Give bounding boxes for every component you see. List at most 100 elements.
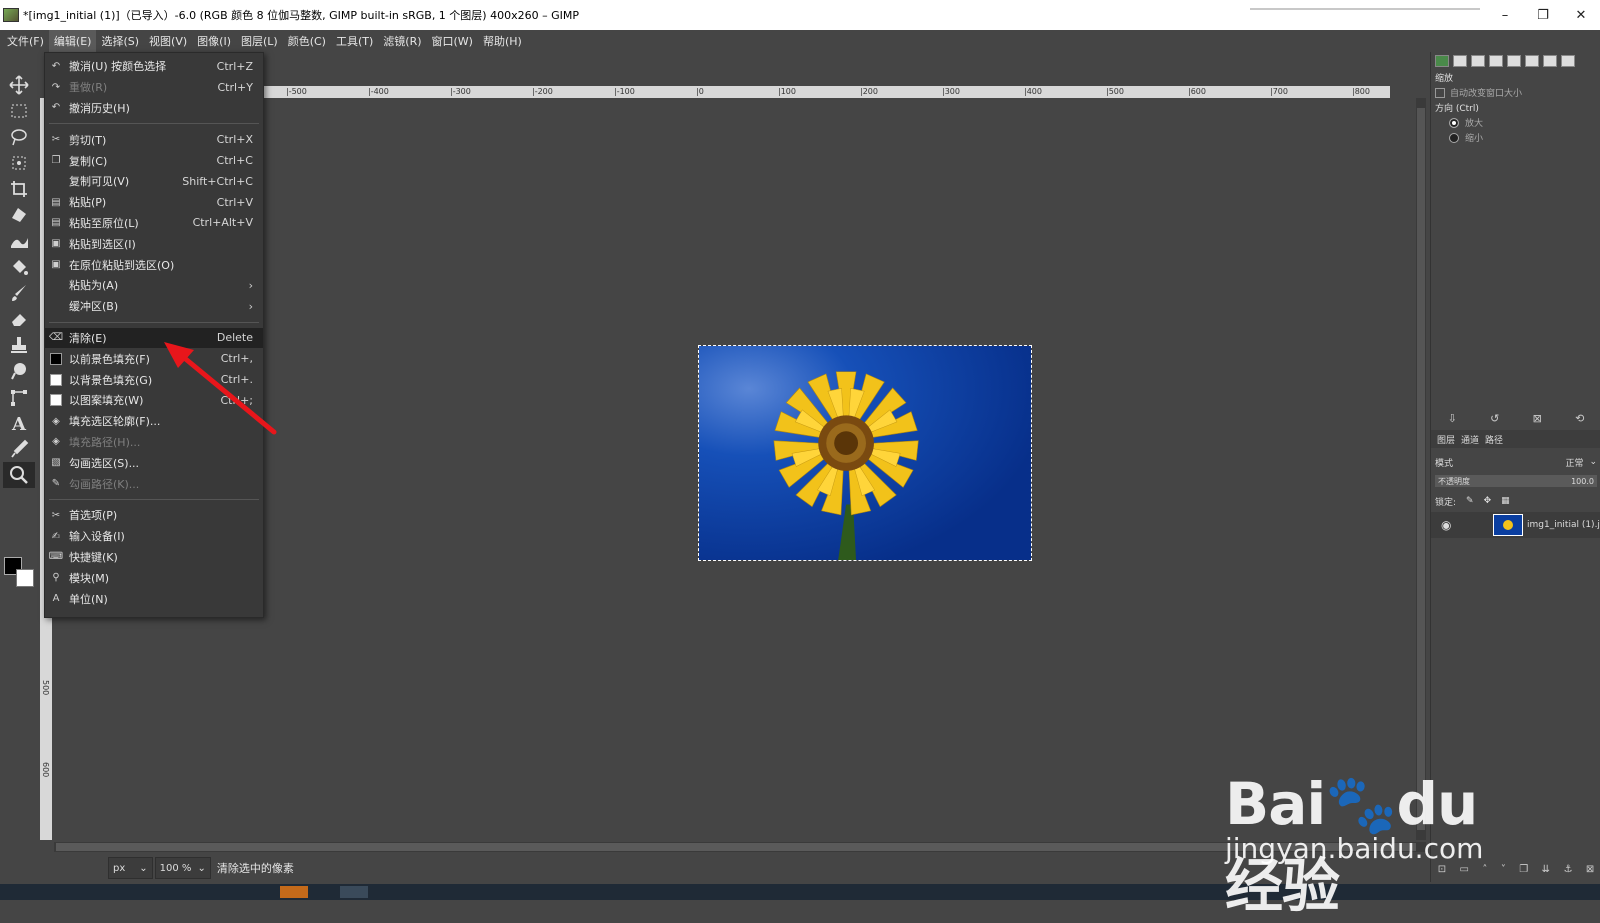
zoom-in-radio[interactable]: 放大 — [1431, 115, 1600, 130]
zoom-out-radio[interactable]: 缩小 — [1431, 130, 1600, 145]
menu-item-26[interactable]: ⚲ 模块(M) — [45, 567, 263, 588]
color-picker-tool-icon[interactable] — [3, 436, 35, 462]
fuzzy-select-tool-icon[interactable] — [3, 150, 35, 176]
menu-item-12[interactable]: 缓冲区(B) › — [45, 296, 263, 317]
templates-tab-icon[interactable] — [1507, 55, 1521, 67]
paintbrush-tool-icon[interactable] — [3, 280, 35, 306]
menu-item-4[interactable]: ✂ 剪切(T) Ctrl+X — [45, 129, 263, 150]
delete-preset-icon[interactable]: ⊠ — [1533, 412, 1542, 425]
horizontal-scrollbar[interactable] — [54, 842, 1426, 852]
menu-item-18[interactable]: ◈ 填充选区轮廓(F)... — [45, 411, 263, 432]
fg-bg-color-swatches[interactable] — [2, 555, 38, 589]
rect-select-tool-icon[interactable] — [3, 98, 35, 124]
menu-file[interactable]: 文件(F) — [2, 30, 49, 52]
crop-tool-icon[interactable] — [3, 176, 35, 202]
close-button[interactable]: ✕ — [1562, 0, 1600, 30]
menu-item-17[interactable]: 以图案填充(W) Ctrl+; — [45, 390, 263, 411]
menu-item-7[interactable]: ▤ 粘贴(P) Ctrl+V — [45, 192, 263, 213]
patterns-tab-icon[interactable] — [1543, 55, 1557, 67]
menu-item-11[interactable]: 粘贴为(A) › — [45, 275, 263, 296]
canvas-image[interactable] — [698, 345, 1032, 561]
auto-resize-checkbox[interactable]: 自动改变窗口大小 — [1431, 85, 1600, 100]
menu-item-5[interactable]: ❐ 复制(C) Ctrl+C — [45, 150, 263, 171]
smudge-tool-icon[interactable] — [3, 358, 35, 384]
menu-colors[interactable]: 颜色(C) — [283, 30, 331, 52]
eye-icon[interactable]: ◉ — [1441, 518, 1459, 532]
opacity-slider[interactable]: 不透明度 100.0 — [1435, 475, 1597, 487]
zoom-selector[interactable]: 100 % ⌄ — [154, 857, 211, 879]
taskbar-app-icon[interactable] — [280, 886, 308, 898]
move-tool-icon[interactable] — [3, 72, 35, 98]
layer-row[interactable]: ◉ img1_initial (1).j — [1431, 512, 1600, 538]
menu-filters[interactable]: 滤镜(R) — [378, 30, 426, 52]
unit-selector[interactable]: px ⌄ — [108, 857, 153, 879]
horizontal-scroll-thumb[interactable] — [56, 843, 1416, 851]
tab-layers[interactable]: 图层 — [1437, 433, 1455, 446]
vertical-scroll-thumb[interactable] — [1417, 108, 1425, 830]
menu-item-14[interactable]: ⌫ 清除(E) Delete — [45, 327, 263, 349]
mode-select[interactable]: 正常 — [1565, 456, 1583, 469]
menu-item-15[interactable]: 以前景色填充(F) Ctrl+, — [45, 348, 263, 369]
merge-layer-icon[interactable]: ⇊ — [1542, 864, 1550, 880]
delete-layer-icon[interactable]: ⊠ — [1586, 864, 1594, 880]
device-status-tab-icon[interactable] — [1453, 55, 1467, 67]
minimize-button[interactable]: – — [1486, 0, 1524, 30]
menu-item-6[interactable]: 复制可见(V) Shift+Ctrl+C — [45, 171, 263, 192]
menu-item-label: 粘贴(P) — [69, 196, 107, 210]
menu-item-23[interactable]: ✂ 首选项(P) — [45, 505, 263, 526]
menu-item-10[interactable]: ▣ 在原位粘贴到选区(O) — [45, 254, 263, 275]
keyboard-shortcuts-icon: ⌨ — [48, 551, 64, 563]
menu-help[interactable]: 帮助(H) — [478, 30, 527, 52]
transform-tool-icon[interactable] — [3, 202, 35, 228]
images-tab-icon[interactable] — [1489, 55, 1503, 67]
save-preset-icon[interactable]: ⇩ — [1448, 412, 1457, 425]
clone-tool-icon[interactable] — [3, 332, 35, 358]
menu-item-20[interactable]: ▧ 勾画选区(S)... — [45, 452, 263, 473]
bucket-fill-tool-icon[interactable] — [3, 254, 35, 280]
anchor-layer-icon[interactable]: ⚓ — [1563, 864, 1572, 880]
toolbox: A — [0, 52, 38, 872]
lock-alpha-icon[interactable]: ▦ — [1501, 496, 1510, 506]
eraser-tool-icon[interactable] — [3, 306, 35, 332]
zoom-tool-icon[interactable] — [3, 462, 35, 488]
ruler-label: |-100 — [614, 87, 635, 96]
lasso-tool-icon[interactable] — [3, 124, 35, 150]
vertical-scrollbar[interactable] — [1416, 98, 1426, 840]
restore-preset-icon[interactable]: ↺ — [1490, 412, 1499, 425]
status-message: 清除选中的像素 — [216, 862, 294, 875]
menu-windows[interactable]: 窗口(W) — [427, 30, 478, 52]
menu-layer[interactable]: 图层(L) — [236, 30, 283, 52]
menu-item-25[interactable]: ⌨ 快捷键(K) — [45, 547, 263, 568]
taskbar-app-icon[interactable] — [340, 886, 368, 898]
warp-tool-icon[interactable] — [3, 228, 35, 254]
menu-item-9[interactable]: ▣ 粘贴到选区(I) — [45, 233, 263, 254]
gradients-tab-icon[interactable] — [1561, 55, 1575, 67]
zoom-value: 100 % — [159, 862, 192, 874]
tab-channels[interactable]: 通道 — [1461, 433, 1479, 446]
menu-item-0[interactable]: ↶ 撤消(U) 按颜色选择 Ctrl+Z — [45, 56, 263, 77]
tool-options-tab-icon[interactable] — [1435, 55, 1449, 67]
undo-history-tab-icon[interactable] — [1471, 55, 1485, 67]
menu-edit[interactable]: 编辑(E) — [48, 30, 97, 52]
menu-tools[interactable]: 工具(T) — [331, 30, 378, 52]
maximize-button[interactable]: ❐ — [1524, 0, 1562, 30]
menu-item-2[interactable]: ↶ 撤消历史(H) — [45, 98, 263, 119]
menu-item-label: 以前景色填充(F) — [69, 352, 150, 366]
menu-select[interactable]: 选择(S) — [96, 30, 144, 52]
menu-item-24[interactable]: ✍ 输入设备(I) — [45, 526, 263, 547]
lock-pixels-icon[interactable]: ✎ — [1466, 496, 1474, 506]
menu-item-27[interactable]: A 单位(N) — [45, 588, 263, 609]
reset-icon[interactable]: ⟲ — [1575, 412, 1584, 425]
undo-history-icon: ↶ — [51, 102, 61, 114]
tab-paths[interactable]: 路径 — [1485, 433, 1503, 446]
menu-image[interactable]: 图像(I) — [192, 30, 236, 52]
menu-view[interactable]: 视图(V) — [144, 30, 192, 52]
paths-tool-icon[interactable] — [3, 384, 35, 410]
text-tool-icon[interactable]: A — [3, 410, 35, 436]
menu-item-8[interactable]: ▤ 粘贴至原位(L) Ctrl+Alt+V — [45, 213, 263, 234]
lock-position-icon[interactable]: ✥ — [1484, 496, 1492, 506]
menu-item-16[interactable]: 以背景色填充(G) Ctrl+. — [45, 369, 263, 390]
brushes-tab-icon[interactable] — [1525, 55, 1539, 67]
background-color[interactable] — [16, 569, 34, 587]
chevron-right-icon: › — [248, 278, 253, 292]
